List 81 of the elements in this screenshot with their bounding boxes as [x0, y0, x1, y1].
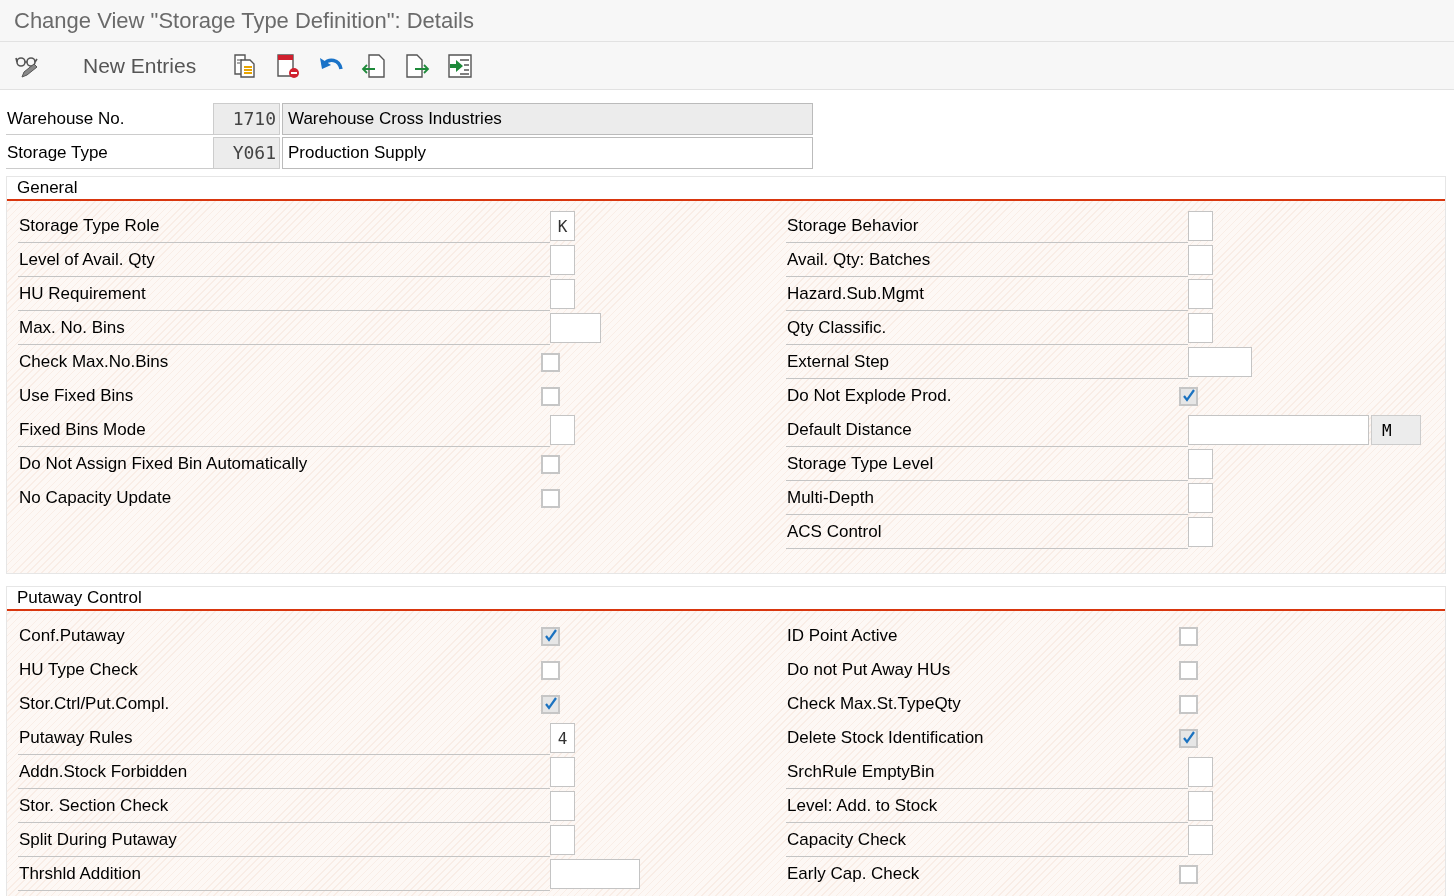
field-label: Storage Type Level [786, 447, 1188, 481]
field-label: Addn.Stock Forbidden [18, 755, 550, 789]
field-label: Fixed Bins Mode [18, 413, 550, 447]
checkbox-label: Check Max.No.Bins [18, 351, 170, 373]
field-label: ACS Control [786, 515, 1188, 549]
input-field[interactable] [1188, 483, 1213, 513]
checkbox-label: ID Point Active [786, 625, 899, 647]
input-field[interactable] [1188, 279, 1213, 309]
description-field: Warehouse Cross Industries [282, 103, 813, 135]
checkbox-label: Do Not Assign Fixed Bin Automatically [18, 453, 309, 475]
checkbox[interactable] [1179, 694, 1198, 714]
input-field[interactable] [550, 313, 601, 343]
input-field[interactable] [1188, 245, 1213, 275]
field-label: Thrshld Addition [18, 857, 550, 891]
checkbox[interactable] [1179, 864, 1198, 884]
field-label: SrchRule EmptyBin [786, 755, 1188, 789]
input-field[interactable] [1188, 791, 1213, 821]
field-label: Qty Classific. [786, 311, 1188, 345]
checkbox[interactable] [541, 626, 560, 646]
input-field[interactable] [1188, 825, 1213, 855]
checkbox-label: Delete Stock Identification [786, 727, 985, 749]
checkbox-label: Conf.Putaway [18, 625, 126, 647]
input-field[interactable] [1188, 449, 1213, 479]
checkbox[interactable] [541, 694, 560, 714]
field-label: Default Distance [786, 413, 1188, 447]
input-field[interactable] [550, 279, 575, 309]
field-label: Hazard.Sub.Mgmt [786, 277, 1188, 311]
checkbox[interactable] [1179, 660, 1198, 680]
field-label: Level: Add. to Stock [786, 789, 1188, 823]
input-field[interactable] [550, 825, 575, 855]
input-field[interactable] [550, 757, 575, 787]
field-label: Avail. Qty: Batches [786, 243, 1188, 277]
code-field: 1710 [213, 103, 280, 135]
input-field[interactable] [550, 859, 640, 889]
field-label: Stor. Section Check [18, 789, 550, 823]
checkbox[interactable] [1179, 626, 1198, 646]
code-field: Y061 [213, 137, 280, 169]
input-field[interactable] [550, 415, 575, 445]
description-field: Production Supply [282, 137, 813, 169]
section-title: General [17, 178, 78, 198]
checkbox[interactable] [541, 488, 560, 508]
checkbox[interactable] [541, 660, 560, 680]
field-label: Capacity Check [786, 823, 1188, 857]
checkbox-label: Use Fixed Bins [18, 385, 135, 407]
input-field[interactable] [550, 245, 575, 275]
checkbox-label: No Capacity Update [18, 487, 173, 509]
checkbox-label: Early Cap. Check [786, 863, 921, 885]
input-field[interactable] [1188, 517, 1213, 547]
new-entries-button[interactable]: New Entries [57, 53, 217, 78]
checkbox-label: Do Not Explode Prod. [786, 385, 953, 407]
next-page-icon[interactable] [403, 51, 432, 80]
input-field[interactable] [1188, 211, 1213, 241]
input-field[interactable] [1188, 313, 1213, 343]
checkbox-label: Check Max.St.TypeQty [786, 693, 962, 715]
input-field[interactable]: K [550, 211, 575, 241]
input-field[interactable] [1188, 347, 1252, 377]
checkbox[interactable] [1179, 386, 1198, 406]
field-label: Storage Type Role [18, 209, 550, 243]
unit-field: M [1371, 415, 1421, 445]
section-title: Putaway Control [17, 588, 142, 608]
input-field[interactable] [550, 791, 575, 821]
input-field[interactable] [1188, 757, 1213, 787]
field-label: Putaway Rules [18, 721, 550, 755]
checkbox[interactable] [541, 454, 560, 474]
import-table-icon[interactable] [446, 51, 475, 80]
field-label: Multi-Depth [786, 481, 1188, 515]
checkbox-label: Stor.Ctrl/Put.Compl. [18, 693, 171, 715]
field-label: Split During Putaway [18, 823, 550, 857]
checkbox[interactable] [1179, 728, 1198, 748]
field-label: Storage Behavior [786, 209, 1188, 243]
input-field[interactable]: 4 [550, 723, 575, 753]
input-field[interactable] [1188, 415, 1369, 445]
window-title: Change View "Storage Type Definition": Details [14, 7, 474, 34]
checkbox-label: HU Type Check [18, 659, 139, 681]
field-label: HU Requirement [18, 277, 550, 311]
checkbox[interactable] [541, 386, 560, 406]
field-label: Max. No. Bins [18, 311, 550, 345]
checkbox[interactable] [541, 352, 560, 372]
field-label: Level of Avail. Qty [18, 243, 550, 277]
field-label: External Step [786, 345, 1188, 379]
checkbox-label: Do not Put Away HUs [786, 659, 952, 681]
